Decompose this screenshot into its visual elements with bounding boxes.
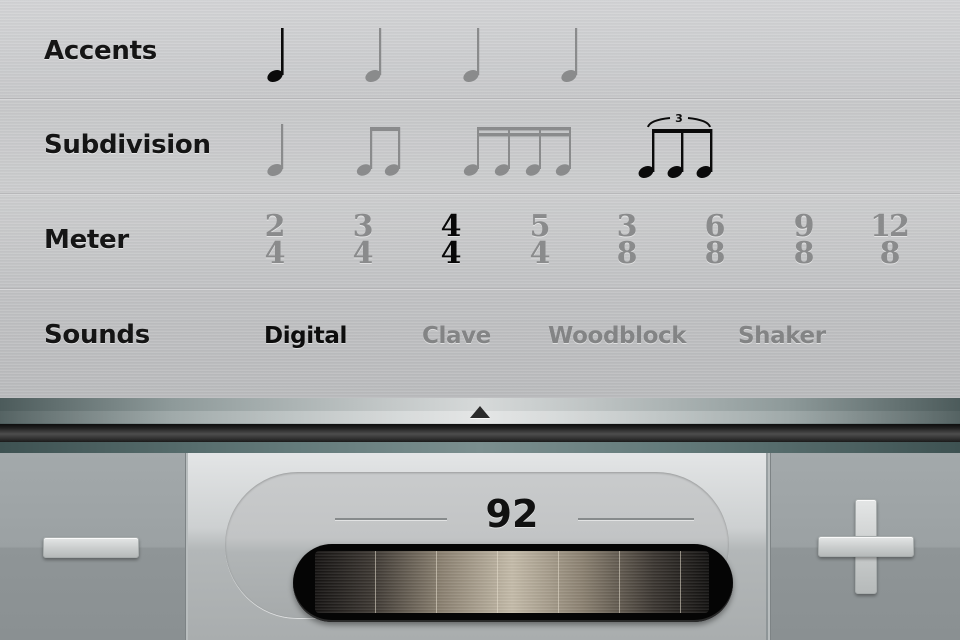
subdivision-option-quarter[interactable] [262,124,286,177]
bpm-rule-left [335,518,447,520]
meter-denominator: 4 [352,236,374,271]
sixteenth-notes-icon [463,127,571,176]
wheel-tick [680,551,681,613]
plus-icon [818,499,914,595]
meter-denominator: 4 [264,236,286,271]
meter-option-6-8[interactable]: 6 8 [689,212,739,271]
up-arrow-icon[interactable] [470,406,490,418]
meter-option-2-4[interactable]: 2 4 [249,212,299,271]
sound-option-woodblock[interactable]: Woodblock [548,323,687,349]
meter-denominator: 8 [793,236,815,271]
sounds-row: Sounds Digital Clave Woodblock Shaker [0,290,960,384]
tempo-wheel-well [293,544,733,622]
accents-row: Accents [0,6,960,100]
drawer-edge [0,442,960,453]
accent-option-3[interactable] [458,28,482,84]
subdivision-option-sixteenths[interactable] [462,126,574,176]
subdivision-row: Subdivision 3 [0,100,960,194]
accent-option-2[interactable] [360,28,384,84]
bpm-rule-right [578,518,694,520]
meter-option-4-4[interactable]: 4 4 [425,212,475,271]
wheel-tick [619,551,620,613]
meter-option-9-8[interactable]: 9 8 [778,212,828,271]
tempo-wheel[interactable] [315,551,709,613]
meter-denominator: 8 [616,236,638,271]
settings-panel: Accents Subdivision 3 Meter 2 4 3 4 4 4 … [0,0,960,398]
meter-label: Meter [44,225,129,255]
decrease-tempo-button[interactable] [0,453,188,640]
quarter-note-icon [267,124,284,177]
meter-denominator: 4 [529,236,551,271]
sound-option-digital[interactable]: Digital [264,323,347,349]
quarter-note-icon [463,28,480,83]
subdivision-label: Subdivision [44,130,211,160]
meter-option-3-8[interactable]: 3 8 [601,212,651,271]
tempo-display: 92 [188,453,766,640]
wheel-tick [558,551,559,613]
quarter-note-icon [267,28,284,83]
tempo-pill: 92 [225,472,733,622]
wheel-tick [497,551,498,613]
subdivision-option-eighths[interactable] [352,126,402,176]
drawer-groove [0,424,960,442]
eighth-notes-icon [356,127,401,176]
bpm-value: 92 [485,492,539,536]
wheel-tick [436,551,437,613]
sound-option-shaker[interactable]: Shaker [738,323,826,349]
quarter-note-icon [365,28,382,83]
meter-denominator: 4 [440,236,462,271]
quarter-note-icon [561,28,578,83]
meter-row: Meter 2 4 3 4 4 4 5 4 3 8 6 8 9 8 12 8 [0,195,960,289]
accent-option-4[interactable] [556,28,580,84]
accents-label: Accents [44,36,157,66]
minus-icon [43,537,139,558]
subdivision-option-triplets[interactable]: 3 [638,110,720,178]
meter-denominator: 8 [879,236,901,271]
svg-text:3: 3 [675,112,683,125]
tempo-bar: 92 [0,453,960,640]
accent-option-1[interactable] [262,28,286,84]
plus-icon-horizontal [818,536,914,557]
meter-option-5-4[interactable]: 5 4 [514,212,564,271]
sound-option-clave[interactable]: Clave [422,323,491,349]
triplet-icon: 3 [638,112,713,178]
meter-option-12-8[interactable]: 12 8 [864,212,914,271]
meter-option-3-4[interactable]: 3 4 [337,212,387,271]
wheel-tick [375,551,376,613]
sounds-label: Sounds [44,320,150,350]
meter-denominator: 8 [704,236,726,271]
